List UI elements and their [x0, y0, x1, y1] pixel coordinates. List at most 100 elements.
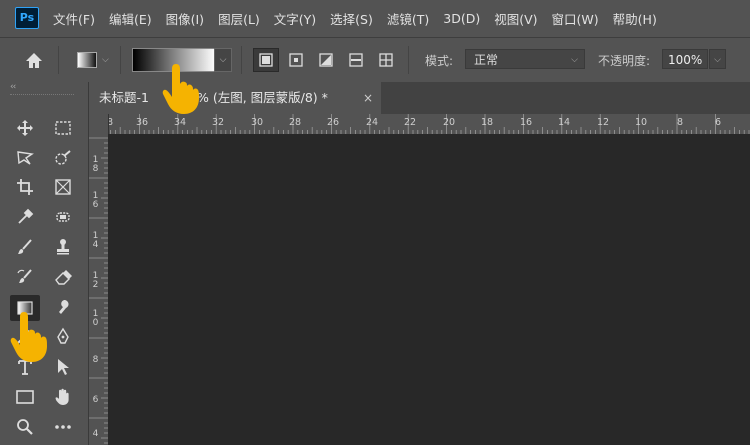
smudge-icon	[59, 300, 69, 314]
home-icon	[26, 53, 42, 68]
ruler-label: 14	[92, 231, 99, 250]
document-canvas[interactable]	[108, 134, 750, 445]
diamond-gradient-icon	[379, 53, 393, 67]
blend-mode-value: 正常	[474, 53, 499, 67]
ruler-label: 8	[677, 117, 684, 128]
menu-edit[interactable]: 编辑(E)	[109, 9, 152, 28]
arrow-pointer-icon	[58, 359, 69, 375]
reflected-gradient-button[interactable]	[343, 48, 369, 72]
pointing-hand-icon	[10, 312, 48, 362]
rectangle-icon	[16, 390, 34, 404]
document-title-suffix: % (左图, 图层蒙版/8) *	[196, 90, 328, 105]
zoom-tool[interactable]	[12, 415, 38, 439]
eyedropper-tool[interactable]	[12, 205, 38, 229]
ruler-label: 10	[92, 309, 99, 328]
pen-icon	[57, 327, 69, 344]
tools-panel: ‹‹	[0, 82, 89, 445]
lasso-icon	[17, 151, 34, 165]
divider	[58, 46, 59, 74]
menu-image[interactable]: 图像(I)	[166, 9, 204, 28]
radial-gradient-icon	[289, 53, 303, 67]
clone-stamp-tool[interactable]	[50, 235, 76, 259]
ruler-label: 34	[174, 117, 187, 128]
chevron-down-icon[interactable]: ⌵	[102, 55, 109, 65]
eraser-tool[interactable]	[50, 265, 76, 289]
pointing-hand-icon	[162, 64, 199, 114]
home-button[interactable]	[23, 50, 45, 70]
crop-tool[interactable]	[12, 175, 38, 199]
more-tools[interactable]	[50, 415, 76, 439]
ruler-origin[interactable]	[89, 114, 109, 135]
mode-label: 模式:	[425, 54, 454, 68]
menu-filter[interactable]: 滤镜(T)	[387, 9, 429, 28]
ruler-label: 18	[481, 117, 494, 128]
tool-preset-picker[interactable]	[77, 52, 97, 68]
ruler-label: 22	[404, 117, 417, 128]
opacity-slider-toggle[interactable]: ⌵	[709, 49, 726, 69]
menu-layer[interactable]: 图层(L)	[218, 9, 260, 28]
angle-gradient-icon	[319, 53, 333, 67]
close-icon[interactable]: ×	[363, 82, 373, 114]
ruler-label: 16	[520, 117, 533, 128]
menu-bar: Ps 文件(F) 编辑(E) 图像(I) 图层(L) 文字(Y) 选择(S) 滤…	[0, 0, 750, 36]
panel-grip[interactable]	[10, 94, 74, 98]
spot-healing-tool[interactable]	[50, 205, 76, 229]
ruler-label: 6	[92, 395, 99, 405]
menu-help[interactable]: 帮助(H)	[613, 9, 657, 28]
ruler-label: 30	[251, 117, 264, 128]
opacity-label: 不透明度:	[598, 54, 651, 68]
frame-icon	[55, 179, 71, 195]
brush-tool[interactable]	[12, 235, 38, 259]
divider	[120, 46, 121, 74]
hand-tool[interactable]	[50, 385, 76, 409]
photoshop-logo: Ps	[15, 7, 39, 29]
ruler-label: 32	[212, 117, 225, 128]
angle-gradient-button[interactable]	[313, 48, 339, 72]
crop-icon	[17, 179, 33, 195]
ruler-label: 36	[136, 117, 149, 128]
frame-tool[interactable]	[50, 175, 76, 199]
menu-view[interactable]: 视图(V)	[494, 9, 537, 28]
radial-gradient-button[interactable]	[283, 48, 309, 72]
ruler-label: 4	[92, 429, 99, 439]
opacity-input[interactable]: 100%	[662, 49, 708, 69]
move-tool[interactable]	[12, 116, 38, 140]
chevron-down-icon: ⌵	[714, 55, 721, 65]
history-brush-tool[interactable]	[12, 265, 38, 289]
document-tab[interactable]: 未标题-1 % (左图, 图层蒙版/8) * ×	[89, 82, 381, 114]
ruler-label: 24	[366, 117, 379, 128]
ruler-label: 12	[92, 271, 99, 290]
brush-icon	[18, 239, 32, 254]
collapse-panel-icon[interactable]: ‹‹	[10, 82, 16, 92]
diamond-gradient-button[interactable]	[373, 48, 399, 72]
ruler-label: 6	[715, 117, 722, 128]
quick-selection-icon	[55, 150, 71, 165]
zoom-icon	[17, 419, 33, 435]
move-icon	[17, 120, 33, 136]
ruler-label: 16	[92, 191, 99, 210]
blend-mode-select[interactable]: 正常 ⌵	[465, 49, 585, 69]
divider	[241, 46, 242, 74]
menu-window[interactable]: 窗口(W)	[552, 9, 599, 28]
lasso-tool[interactable]	[12, 146, 38, 170]
options-bar: ⌵ ⌵ 模式: 正常 ⌵ 不透明度: 100% ⌵	[0, 37, 750, 83]
rectangle-tool[interactable]	[12, 385, 38, 409]
ruler-label: 26	[327, 117, 340, 128]
quick-selection-tool[interactable]	[50, 146, 76, 170]
menu-file[interactable]: 文件(F)	[53, 9, 95, 28]
eraser-icon	[55, 270, 72, 285]
ruler-label: 10	[635, 117, 648, 128]
reflected-gradient-icon	[349, 53, 363, 67]
history-brush-icon	[17, 269, 32, 283]
gradient-picker-dropdown[interactable]: ⌵	[214, 48, 232, 72]
menu-type[interactable]: 文字(Y)	[274, 9, 316, 28]
vertical-ruler[interactable]: 18 16 14 12 10 8 6 4	[89, 134, 109, 445]
stamp-icon	[57, 239, 69, 255]
menu-3d[interactable]: 3D(D)	[443, 11, 480, 26]
linear-gradient-button[interactable]	[253, 48, 279, 72]
marquee-tool[interactable]	[50, 116, 76, 140]
ruler-label: 8	[92, 355, 99, 365]
menu-items: 文件(F) 编辑(E) 图像(I) 图层(L) 文字(Y) 选择(S) 滤镜(T…	[53, 0, 671, 36]
ellipsis-icon	[55, 425, 71, 429]
menu-select[interactable]: 选择(S)	[330, 9, 373, 28]
